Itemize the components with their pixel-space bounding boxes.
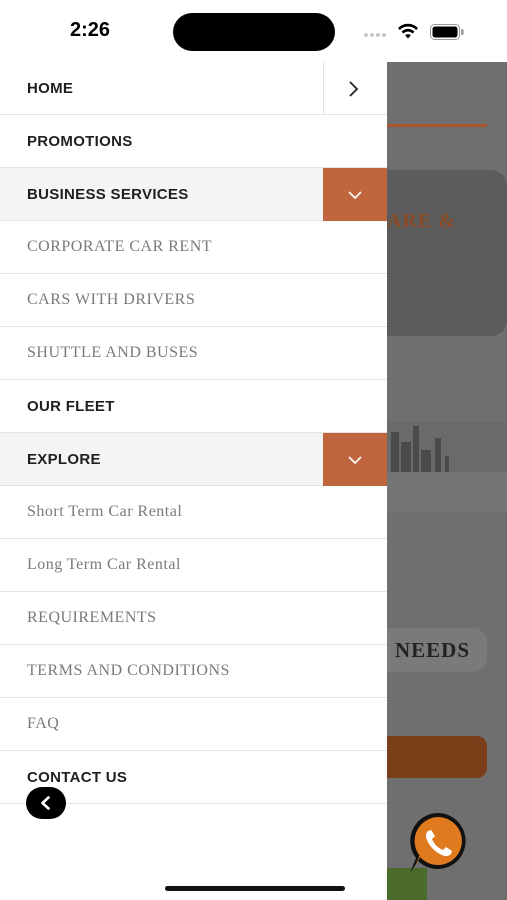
background-accent-line (387, 124, 487, 127)
chevron-down-icon (348, 455, 362, 464)
wifi-icon (398, 23, 418, 39)
background-skyline-image (387, 422, 507, 512)
chevron-left-icon (41, 796, 50, 810)
background-page-overlay[interactable]: ARE & NEEDS (387, 62, 507, 900)
divider (323, 62, 324, 115)
menu-label-requirements: REQUIREMENTS (27, 609, 157, 626)
background-cta-button (387, 736, 487, 778)
menu-label-cars-with-drivers: CARS WITH DRIVERS (27, 291, 196, 308)
menu-label-short-term: Short Term Car Rental (27, 503, 183, 520)
cellular-signal-icon (364, 33, 390, 37)
menu-label-terms: TERMS AND CONDITIONS (27, 662, 230, 679)
navigation-drawer: HOME PROMOTIONS BUSINESS SERVICES CORPOR… (0, 62, 387, 900)
status-bar: 2:26 (0, 0, 507, 62)
home-indicator[interactable] (165, 886, 345, 891)
menu-item-promotions[interactable]: PROMOTIONS (0, 115, 387, 168)
background-needs-text: NEEDS (395, 638, 471, 662)
menu-label-corporate-car-rent: CORPORATE CAR RENT (27, 238, 213, 255)
dynamic-island (173, 13, 335, 51)
menu-label-promotions: PROMOTIONS (27, 132, 133, 150)
status-time: 2:26 (70, 19, 111, 41)
whatsapp-icon[interactable] (404, 809, 472, 877)
expand-business-services-button[interactable] (323, 168, 387, 221)
submenu-item-shuttle-and-buses[interactable]: SHUTTLE AND BUSES (0, 327, 387, 380)
submenu-item-requirements[interactable]: REQUIREMENTS (0, 592, 387, 645)
submenu-item-corporate-car-rent[interactable]: CORPORATE CAR RENT (0, 221, 387, 274)
menu-label-shuttle-and-buses: SHUTTLE AND BUSES (27, 344, 199, 361)
menu-label-business-services: BUSINESS SERVICES (27, 185, 189, 203)
menu-label-home: HOME (27, 79, 74, 97)
submenu-item-short-term[interactable]: Short Term Car Rental (0, 486, 387, 539)
menu-label-faq: FAQ (27, 715, 60, 732)
background-card-text: ARE & (387, 210, 456, 232)
menu-item-home[interactable]: HOME (0, 62, 387, 115)
menu-label-our-fleet: OUR FLEET (27, 397, 115, 415)
menu-label-long-term: Long Term Car Rental (27, 556, 181, 573)
battery-icon (430, 24, 464, 40)
menu-item-our-fleet[interactable]: OUR FLEET (0, 380, 387, 433)
expand-explore-button[interactable] (323, 433, 387, 486)
chevron-down-icon (348, 190, 362, 199)
submenu-item-faq[interactable]: FAQ (0, 698, 387, 751)
menu-label-explore: EXPLORE (27, 450, 101, 468)
menu-label-contact-us: CONTACT US (27, 768, 128, 786)
submenu-item-terms[interactable]: TERMS AND CONDITIONS (0, 645, 387, 698)
menu-item-explore[interactable]: EXPLORE (0, 433, 387, 486)
submenu-item-long-term[interactable]: Long Term Car Rental (0, 539, 387, 592)
background-hero-card (387, 170, 507, 336)
chevron-right-icon[interactable] (342, 78, 364, 100)
back-button[interactable] (26, 787, 66, 819)
menu-item-business-services[interactable]: BUSINESS SERVICES (0, 168, 387, 221)
submenu-item-cars-with-drivers[interactable]: CARS WITH DRIVERS (0, 274, 387, 327)
